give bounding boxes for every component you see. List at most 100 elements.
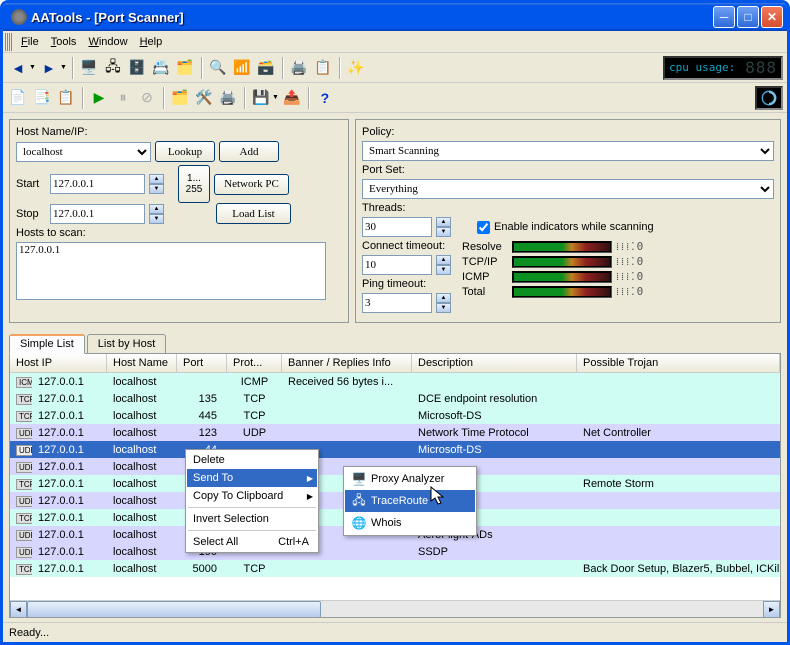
titlebar[interactable]: AATools - [Port Scanner] ─ □ ✕ bbox=[3, 3, 787, 31]
hostname-input[interactable]: localhost bbox=[16, 142, 151, 162]
new-button[interactable]: 📄 bbox=[7, 87, 29, 109]
save-icon[interactable]: 💾 bbox=[250, 87, 272, 109]
tab-list-by-host[interactable]: List by Host bbox=[87, 334, 166, 354]
submenu-whois[interactable]: 🌐Whois bbox=[345, 512, 475, 534]
table-row[interactable]: ICMP127.0.0.1localhostICMPReceived 56 by… bbox=[10, 373, 780, 390]
pause-button[interactable]: ⏸ bbox=[112, 87, 134, 109]
whois-icon: 🌐 bbox=[351, 515, 367, 531]
icmp-indicator bbox=[512, 271, 612, 283]
scroll-left-button[interactable]: ◄ bbox=[10, 601, 27, 618]
ctx-select-all[interactable]: Select AllCtrl+A bbox=[187, 533, 317, 551]
total-label: Total bbox=[462, 286, 512, 298]
connect-spinner[interactable]: ▲▼ bbox=[436, 255, 451, 275]
minimize-button[interactable]: ─ bbox=[713, 6, 735, 28]
toolbar-1: ◄▼ ►▼ 🖥️ 🖧 🗄️ 📇 🗂️ 🔍 📶 🗃️ 🖨️ 📋 ✨ cpu usa… bbox=[3, 53, 787, 83]
ctx-copy-clipboard[interactable]: Copy To Clipboard▶ bbox=[187, 487, 317, 505]
menu-help[interactable]: Help bbox=[134, 34, 169, 50]
tool-icon-6[interactable]: 🔍 bbox=[207, 57, 229, 79]
ctx-delete[interactable]: Delete bbox=[187, 451, 317, 469]
policy-select[interactable]: Smart Scanning bbox=[362, 141, 774, 161]
table-header: Host IP Host Name Port Prot... Banner / … bbox=[10, 354, 780, 373]
toolbar-2: 📄 📑 📋 ▶ ⏸ ⊘ 🗂️ 🛠️ 🖨️ 💾▼ 📤 ? bbox=[3, 83, 787, 113]
lookup-button[interactable]: Lookup bbox=[155, 141, 215, 162]
context-menu[interactable]: Delete Send To▶ Copy To Clipboard▶ Inver… bbox=[185, 449, 319, 553]
menu-window[interactable]: Window bbox=[82, 34, 133, 50]
col-trojan[interactable]: Possible Trojan bbox=[577, 354, 780, 372]
stop-ip-input[interactable] bbox=[50, 204, 145, 224]
tool-icon-11[interactable]: ✨ bbox=[345, 57, 367, 79]
connect-input[interactable] bbox=[362, 255, 432, 275]
stop-button[interactable]: ⊘ bbox=[136, 87, 158, 109]
help-button[interactable]: ? bbox=[314, 87, 336, 109]
threads-input[interactable] bbox=[362, 217, 432, 237]
ping-spinner[interactable]: ▲▼ bbox=[436, 293, 451, 313]
tool-icon-2[interactable]: 🖧 bbox=[102, 57, 124, 79]
tool-icon-7[interactable]: 📶 bbox=[231, 57, 253, 79]
submenu-traceroute[interactable]: 🖧TraceRoute bbox=[345, 490, 475, 512]
table-row[interactable]: TCP127.0.0.1localhost445TCPMicrosoft-DS bbox=[10, 407, 780, 424]
printer-icon[interactable]: 🖨️ bbox=[217, 87, 239, 109]
back-button[interactable]: ◄ bbox=[7, 57, 29, 79]
col-banner[interactable]: Banner / Replies Info bbox=[282, 354, 412, 372]
table-row[interactable]: TCP127.0.0.1localhost135TCPDCE endpoint … bbox=[10, 390, 780, 407]
ctx-invert-selection[interactable]: Invert Selection bbox=[187, 510, 317, 528]
table-row[interactable]: UDP127.0.0.1localhost123UDPNetwork Time … bbox=[10, 424, 780, 441]
tab-simple-list[interactable]: Simple List bbox=[9, 334, 85, 354]
table-row[interactable]: UDP127.0.0.1localhost44Microsoft-DS bbox=[10, 441, 780, 458]
loadlist-button[interactable]: Load List bbox=[216, 203, 291, 224]
hosts-textarea[interactable] bbox=[16, 242, 326, 300]
forward-button[interactable]: ► bbox=[38, 57, 60, 79]
export-icon[interactable]: 📤 bbox=[281, 87, 303, 109]
enable-indicators-checkbox[interactable] bbox=[477, 221, 490, 234]
close-button[interactable]: ✕ bbox=[761, 6, 783, 28]
statusbar: Ready... bbox=[3, 622, 787, 642]
tool-icon-9[interactable]: 🖨️ bbox=[288, 57, 310, 79]
tools-icon[interactable]: 🛠️ bbox=[193, 87, 215, 109]
play-button[interactable]: ▶ bbox=[88, 87, 110, 109]
portset-select[interactable]: Everything bbox=[362, 179, 774, 199]
ping-input[interactable] bbox=[362, 293, 432, 313]
tcpip-label: TCP/IP bbox=[462, 256, 512, 268]
col-desc[interactable]: Description bbox=[412, 354, 577, 372]
resolve-indicator bbox=[512, 241, 612, 253]
result-tabs: Simple List List by Host bbox=[9, 333, 787, 353]
table-row[interactable]: TCP127.0.0.1localhost5000TCPBack Door Se… bbox=[10, 560, 780, 577]
tool-icon-4[interactable]: 📇 bbox=[150, 57, 172, 79]
tool-icon-3[interactable]: 🗄️ bbox=[126, 57, 148, 79]
scroll-right-button[interactable]: ► bbox=[763, 601, 780, 618]
col-hostname[interactable]: Host Name bbox=[107, 354, 177, 372]
app-icon bbox=[11, 9, 27, 25]
stop-spinner[interactable]: ▲▼ bbox=[149, 204, 164, 224]
col-hostip[interactable]: Host IP bbox=[10, 354, 107, 372]
networkpc-button[interactable]: Network PC bbox=[214, 174, 289, 195]
start-spinner[interactable]: ▲▼ bbox=[149, 174, 164, 194]
submenu-proxy[interactable]: 🖥️Proxy Analyzer bbox=[345, 468, 475, 490]
table-row[interactable]: UDP127.0.0.1localhost190SSDP bbox=[10, 543, 780, 560]
tool-icon-5[interactable]: 🗂️ bbox=[174, 57, 196, 79]
tcpip-indicator bbox=[512, 256, 612, 268]
proxy-icon: 🖥️ bbox=[351, 471, 367, 487]
ctx-send-to[interactable]: Send To▶ bbox=[187, 469, 317, 487]
status-text: Ready... bbox=[9, 627, 49, 639]
start-ip-input[interactable] bbox=[50, 174, 145, 194]
maximize-button[interactable]: □ bbox=[737, 6, 759, 28]
threads-spinner[interactable]: ▲▼ bbox=[436, 217, 451, 237]
menubar-grip[interactable] bbox=[5, 33, 13, 51]
copy-button[interactable]: 📑 bbox=[31, 87, 53, 109]
tool-icon-8[interactable]: 🗃️ bbox=[255, 57, 277, 79]
menu-tools[interactable]: Tools bbox=[45, 34, 83, 50]
sendto-submenu[interactable]: 🖥️Proxy Analyzer 🖧TraceRoute 🌐Whois bbox=[343, 466, 477, 536]
scroll-thumb[interactable] bbox=[27, 601, 321, 618]
tool-icon-1[interactable]: 🖥️ bbox=[78, 57, 100, 79]
tool-icon-10[interactable]: 📋 bbox=[312, 57, 334, 79]
col-prot[interactable]: Prot... bbox=[227, 354, 282, 372]
paste-button[interactable]: 📋 bbox=[55, 87, 77, 109]
range-button[interactable]: 1...255 bbox=[178, 165, 210, 203]
results-table: Host IP Host Name Port Prot... Banner / … bbox=[9, 353, 781, 618]
menu-file[interactable]: File bbox=[15, 34, 45, 50]
settings-icon[interactable]: 🗂️ bbox=[169, 87, 191, 109]
col-port[interactable]: Port bbox=[177, 354, 227, 372]
icmp-label: ICMP bbox=[462, 271, 512, 283]
add-button[interactable]: Add bbox=[219, 141, 279, 162]
horizontal-scrollbar[interactable]: ◄ ► bbox=[10, 600, 780, 617]
